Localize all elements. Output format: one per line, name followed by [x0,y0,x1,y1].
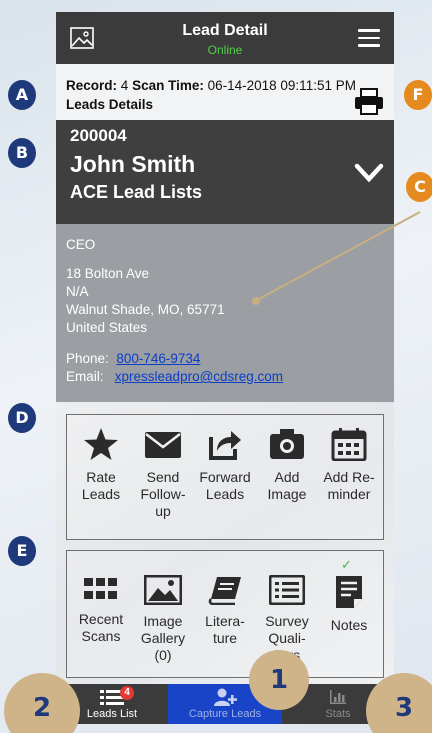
address-city: Walnut Shade, MO, 65771 [66,302,225,317]
tab-capture-leads-label: Capture Leads [188,708,262,720]
printer-icon[interactable] [354,88,384,116]
share-icon [209,431,241,460]
literature-button[interactable]: Litera-ture [195,575,255,647]
send-follow-up-label: Send Follow-up [140,469,186,519]
hamburger-menu-icon[interactable] [358,29,380,47]
notes-label: Notes [330,617,368,633]
section-title: Leads Details [66,97,154,112]
email-label: Email: [66,369,104,384]
forward-leads-label: Forward Leads [199,469,251,502]
camera-icon [270,429,304,459]
add-image-button[interactable]: Add Image [257,427,317,503]
bottom-navigation: 4 Leads List Capture Leads Stats [56,684,394,724]
address-line-2: N/A [66,284,89,299]
lead-id: 200004 [70,126,127,145]
email-row: Email: xpressleadpro@cdsreg.com [66,368,283,386]
forward-leads-button[interactable]: Forward Leads [195,427,255,503]
email-link[interactable]: xpressleadpro@cdsreg.com [115,369,283,384]
lead-actions-panel: Rate Leads Send Follow-up Forward Leads [66,414,384,540]
rate-leads-button[interactable]: Rate Leads [71,427,131,503]
scan-time-label: Scan Time: [132,78,204,93]
add-reminder-label: Add Re-minder [323,469,375,502]
bar-chart-icon [330,690,346,704]
callout-e: E [8,536,36,566]
envelope-icon [145,432,181,458]
add-user-icon [214,688,237,706]
record-label: Record: [66,78,118,93]
callout-a: A [8,80,36,110]
callout-f: F [404,80,432,110]
callout-b: B [8,138,36,168]
phone-link[interactable]: 800-746-9734 [116,351,200,366]
image-gallery-button[interactable]: Image Gallery (0) [133,575,193,664]
app-header: Lead Detail Online [56,12,394,64]
callout-1: 1 [249,650,309,710]
phone-row: Phone: 800-746-9734 [66,350,200,368]
recent-scans-button[interactable]: Recent Scans [71,575,131,645]
address-line-1: 18 Bolton Ave [66,266,150,281]
callout-d: D [8,403,36,433]
actions-area: Rate Leads Send Follow-up Forward Leads [56,402,394,684]
notes-checkmark-icon: ✓ [341,557,352,572]
record-bar: Record: 4 Scan Time: 06-14-2018 09:11:51… [56,64,394,120]
image-gallery-label: Image Gallery (0) [140,613,186,663]
lead-name: John Smith [70,151,196,177]
record-value: 4 [120,78,129,93]
address-country: United States [66,320,148,335]
star-icon [84,428,118,460]
gallery-image-icon [144,575,182,605]
chevron-down-icon[interactable] [354,162,384,184]
lead-header[interactable]: 200004 John Smith ACE Lead Lists [56,120,394,224]
rate-leads-label: Rate Leads [81,469,121,502]
leads-count-badge: 4 [120,686,134,700]
connection-status: Online [207,43,243,57]
notes-button[interactable]: Notes [319,575,379,634]
phone-label: Phone: [66,351,109,366]
send-follow-up-button[interactable]: Send Follow-up [133,427,193,520]
note-icon [336,576,362,608]
literature-label: Litera-ture [205,613,245,646]
scan-time-value: 06-14-2018 09:11:51 PM [207,78,356,93]
lead-tools-panel: ✓ Recent Scans Image Gallery (0) Litera-… [66,550,384,678]
phone-screen: Lead Detail Online Record: 4 Scan Time: … [56,12,394,724]
lead-details: CEO 18 Bolton Ave N/A Walnut Shade, MO, … [56,224,394,402]
list-icon [269,575,305,605]
recent-scans-label: Recent Scans [78,611,124,644]
add-image-label: Add Image [267,469,307,502]
lead-list-name: ACE Lead Lists [70,182,203,202]
grid-icon [84,578,117,599]
callout-c: C [406,172,432,202]
add-reminder-button[interactable]: Add Re-minder [319,427,379,503]
record-info: Record: 4 Scan Time: 06-14-2018 09:11:51… [66,78,356,93]
calendar-icon [331,428,367,461]
book-icon [208,577,241,605]
page-title: Lead Detail [182,22,268,39]
lead-job-title: CEO [66,237,96,252]
